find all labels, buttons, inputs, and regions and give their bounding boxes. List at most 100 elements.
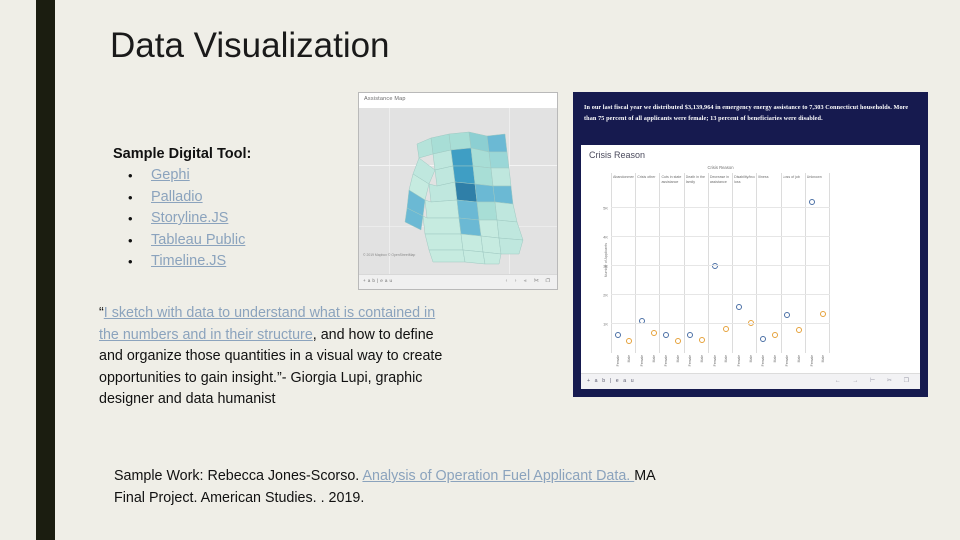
list-item: • Storyline.JS: [113, 208, 373, 230]
y-axis-tick: 2K: [603, 292, 608, 298]
crisis-reason-viz[interactable]: Crisis Reason Crisis Reason Number of Ap…: [581, 145, 920, 389]
column-header: Loss of job: [782, 175, 800, 179]
sub-column-male: Male: [672, 193, 684, 362]
tool-link-tableau-public[interactable]: Tableau Public: [151, 232, 245, 248]
x-axis-label: Male: [796, 355, 801, 363]
sub-column-female: Female: [612, 193, 624, 366]
data-point[interactable]: [650, 330, 657, 337]
quote-block: “I sketch with data to understand what i…: [99, 303, 459, 411]
data-point[interactable]: [699, 336, 706, 343]
tableau-logo-icon[interactable]: + a b | e a u: [363, 278, 393, 283]
column-header: Unknown: [806, 175, 822, 179]
list-item: • Timeline.JS: [113, 251, 373, 273]
sub-column-female: Female: [733, 193, 745, 366]
x-axis-label: Male: [821, 355, 826, 363]
data-point[interactable]: [735, 304, 742, 311]
column-header: Illness: [758, 175, 769, 179]
viz-toolbar[interactable]: + a b | e a u ← → ⊢ ✂ ❐: [581, 373, 920, 389]
column-body: Female Male: [709, 193, 732, 366]
column-header: Decrease in assistance: [709, 175, 730, 184]
bullet-glyph: •: [128, 254, 133, 269]
choropleth-map: [404, 131, 524, 265]
column-body: Female Male: [612, 193, 636, 366]
bullet-glyph: •: [128, 232, 133, 248]
sample-digital-tool-block: Sample Digital Tool: • Gephi • Palladio …: [113, 143, 373, 273]
plot-column: Abandonment/crime Female Male: [611, 173, 636, 366]
map-attribution: © 2019 Mapbox © OpenStreetMap: [363, 253, 416, 257]
map-toolbar-icons[interactable]: ‹ › ⫷ ✂ ❐: [506, 278, 553, 284]
data-point[interactable]: [687, 332, 694, 339]
bullet-glyph: •: [128, 168, 133, 183]
column-header: Abandonment/crime: [613, 175, 635, 179]
sub-column-male: Male: [745, 193, 757, 362]
sub-column-female: Female: [782, 193, 794, 366]
data-point[interactable]: [808, 198, 815, 205]
y-axis-tick: 1K: [603, 321, 608, 327]
tool-link-gephi[interactable]: Gephi: [151, 167, 190, 183]
assistance-map-embed[interactable]: Assistance Map © 2019 Mapbox © OpenStree…: [358, 92, 558, 290]
gridline: 4K: [603, 234, 830, 239]
list-item: • Tableau Public: [113, 230, 373, 252]
column-body: Female Male: [733, 193, 757, 366]
data-point[interactable]: [663, 331, 670, 338]
tools-list: • Gephi • Palladio • Storyline.JS • Tabl…: [113, 165, 373, 273]
viz-toolbar-icons[interactable]: ← → ⊢ ✂ ❐: [835, 377, 914, 384]
column-body: Female Male: [757, 193, 781, 366]
map-canvas[interactable]: © 2019 Mapbox © OpenStreetMap: [359, 108, 557, 274]
x-axis-label: Male: [627, 355, 632, 363]
column-header: Disability/income loss: [734, 175, 755, 184]
scatter-plot[interactable]: Crisis Reason Number of Applicants Aband…: [603, 165, 830, 366]
x-axis-label: Female: [640, 355, 645, 367]
map-toolbar[interactable]: + a b | e a u ‹ › ⫷ ✂ ❐: [359, 274, 557, 289]
x-axis-label: Male: [675, 355, 680, 363]
y-axis-tick: 4K: [603, 234, 608, 240]
x-axis-label: Male: [772, 355, 777, 363]
y-axis-tick: 3K: [603, 263, 608, 269]
data-point[interactable]: [784, 312, 791, 319]
viz-title: Crisis Reason: [589, 150, 646, 160]
tool-link-timelinejs[interactable]: Timeline.JS: [151, 253, 226, 269]
data-point[interactable]: [626, 338, 633, 345]
sub-column-male: Male: [793, 193, 805, 362]
tool-link-palladio[interactable]: Palladio: [151, 189, 203, 205]
sub-column-male: Male: [769, 193, 781, 362]
citation-block: Sample Work: Rebecca Jones-Scorso. Analy…: [114, 466, 674, 509]
column-body: Female Male: [782, 193, 805, 366]
data-point[interactable]: [614, 331, 621, 338]
column-body: Female Male: [806, 193, 829, 366]
plot-column: Unknown Female Male: [804, 173, 830, 366]
column-body: Female Male: [685, 193, 708, 366]
plot-column: Illness Female Male: [756, 173, 781, 366]
plot-column: Cuts in state assistance Female Male: [659, 173, 684, 366]
x-axis-label: Male: [748, 355, 753, 363]
plot-column: Decrease in assistance Female Male: [707, 173, 732, 366]
tool-link-storylinejs[interactable]: Storyline.JS: [151, 210, 228, 226]
tableau-logo-icon[interactable]: + a b | e a u: [587, 378, 635, 384]
data-point[interactable]: [771, 331, 778, 338]
y-axis-tick: 5K: [603, 205, 608, 211]
x-axis-label: Female: [736, 355, 741, 367]
data-point[interactable]: [674, 337, 681, 344]
page-title: Data Visualization: [110, 26, 390, 65]
plot-column: Crisis other Female Male: [635, 173, 659, 366]
sub-column-female: Female: [660, 193, 672, 366]
plot-column: Disability/income loss Female Male: [732, 173, 757, 366]
citation-link[interactable]: Analysis of Operation Fuel Applicant Dat…: [362, 468, 634, 484]
data-point[interactable]: [820, 310, 827, 317]
column-body: Female Male: [636, 193, 659, 366]
data-point[interactable]: [795, 327, 802, 334]
tableau-dashboard-embed[interactable]: In our last fiscal year we distributed $…: [573, 92, 928, 397]
column-header: Cuts in state assistance: [661, 175, 682, 184]
data-point[interactable]: [723, 326, 730, 333]
gridline: 5K: [603, 205, 830, 210]
x-axis-label: Male: [724, 355, 729, 363]
x-axis-label: Female: [809, 355, 814, 367]
bullet-glyph: •: [128, 211, 133, 226]
sub-column-female: Female: [709, 193, 721, 366]
sub-column-male: Male: [720, 193, 732, 362]
sub-column-male: Male: [624, 193, 636, 362]
sub-column-female: Female: [806, 193, 818, 366]
sub-column-male: Male: [817, 193, 829, 362]
data-point[interactable]: [760, 336, 767, 343]
dashboard-note: In our last fiscal year we distributed $…: [584, 104, 909, 122]
